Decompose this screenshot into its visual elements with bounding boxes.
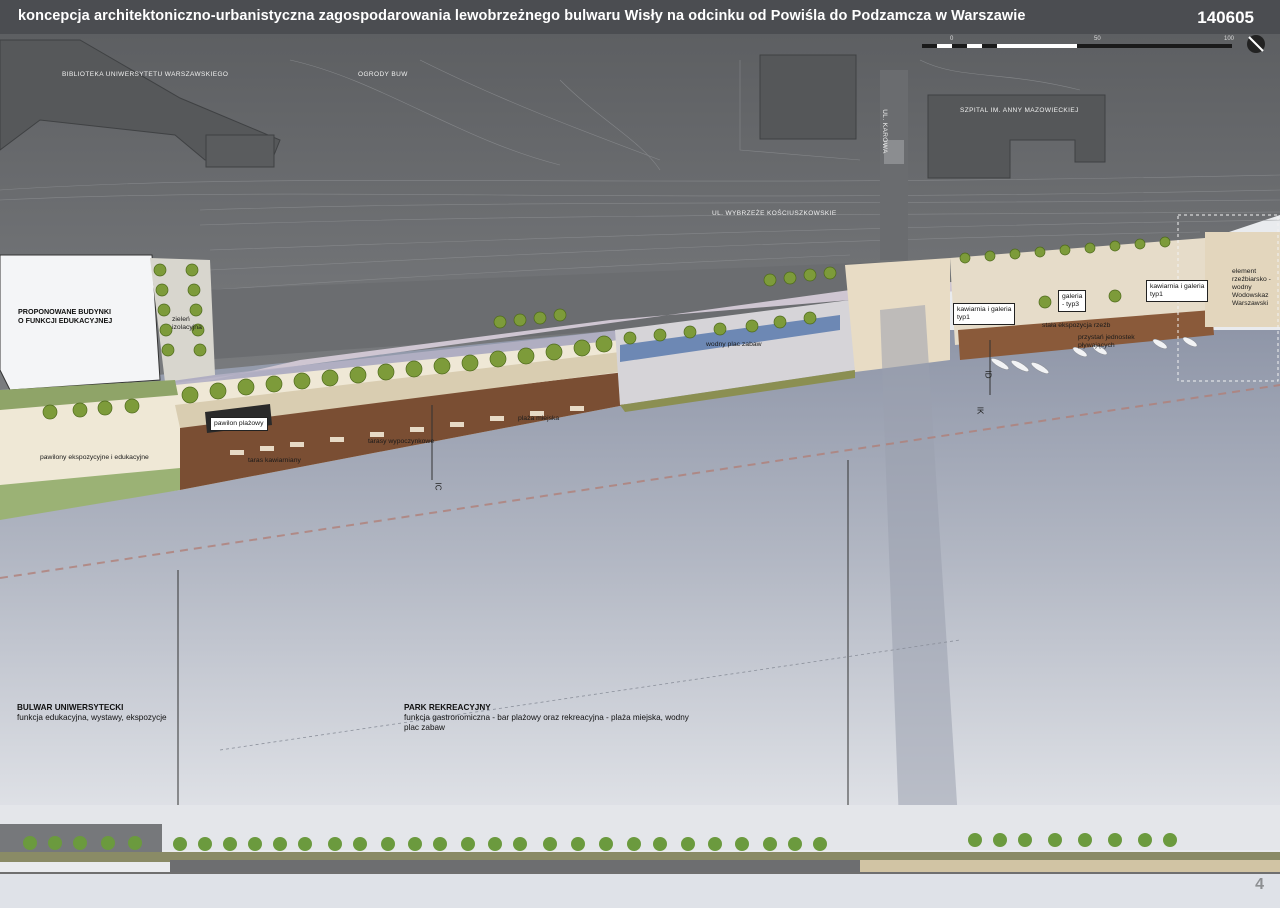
- map-building: [759, 54, 857, 140]
- map-building: [205, 134, 275, 168]
- site-plan-drawing: [0, 0, 1280, 908]
- karowa-street-label: UL. KAROWA: [880, 109, 888, 154]
- library-label: BIBLIOTEKA UNIWERSYTETU WARSZAWSKIEGO: [62, 71, 229, 78]
- elevation-water: [0, 872, 1280, 908]
- page-number: 4: [1255, 876, 1264, 893]
- recreation-terraces-label: tarasy wypoczynkowe: [368, 438, 435, 445]
- zone-title: PARK REKREACYJNY: [404, 703, 491, 712]
- proposed-buildings-label: PROPONOWANE BUDYNKI O FUNKCJI EDUKACYJNE…: [18, 307, 113, 325]
- scale-bar: [922, 44, 1232, 48]
- cafe-gallery-label: kawiarnia i galeria typ1: [1146, 280, 1209, 302]
- section-mark-ic: IC: [433, 482, 443, 491]
- cafe-gallery-label: kawiarnia i galeria typ1: [953, 303, 1016, 325]
- hospital-label: SZPITAL IM. ANNY MAZOWIECKIEJ: [960, 107, 1079, 114]
- elevation-plinth: [170, 860, 860, 872]
- karowa-street: [880, 70, 908, 260]
- elevation-embankment: [860, 860, 1280, 872]
- permanent-exhibition-label: stała ekspozycja rzeźb: [1042, 322, 1111, 329]
- section-mark-ik: IK: [975, 406, 985, 415]
- cafe-terrace-label: taras kawiarniany: [248, 457, 301, 464]
- section-mark-id: ID: [983, 370, 993, 379]
- scale-tick-label: 100: [1224, 36, 1235, 42]
- city-beach-label: plaża miejska: [518, 415, 560, 422]
- zone-title: BULWAR UNIWERSYTECKI: [17, 703, 124, 712]
- water-playground-label: wodny plac zabaw: [706, 341, 762, 348]
- scale-tick-label: 0: [950, 36, 954, 42]
- north-arrow-icon: [1247, 35, 1265, 53]
- header-bar: koncepcja architektoniczno-urbanistyczna…: [0, 0, 1280, 34]
- exhibition-pavilions-label: pawilony ekspozycyjne i edukacyjne: [40, 454, 149, 461]
- beach-pavilion-label: pawilon plażowy: [210, 417, 268, 431]
- gallery-label: galeria - typ3: [1058, 290, 1087, 312]
- isolation-greenery-label: zieleń izolacyjna: [172, 316, 202, 331]
- kosciuszkowskie-street-label: UL. WYBRZEŻE KOŚCIUSZKOWSKIE: [712, 210, 837, 217]
- presentation-board: koncepcja architektoniczno-urbanistyczna…: [0, 0, 1280, 908]
- elevation-base-line: [0, 872, 1280, 874]
- board-title: koncepcja architektoniczno-urbanistyczna…: [18, 8, 1026, 24]
- scale-tick-label: 50: [1094, 36, 1101, 42]
- entry-code: 140605: [1197, 8, 1254, 27]
- marina-label: przystań jednostek pływających: [1078, 334, 1135, 349]
- sculpture-element-label: element rzeźbiarsko - wodny Wodowskaz Wa…: [1232, 268, 1271, 307]
- zone-description: funkcja edukacyjna, wystawy, ekspozycje: [17, 713, 167, 722]
- gardens-label: OGRODY BUW: [358, 71, 408, 78]
- zone-description: funkcja gastronomiczna - bar plażowy ora…: [404, 713, 689, 732]
